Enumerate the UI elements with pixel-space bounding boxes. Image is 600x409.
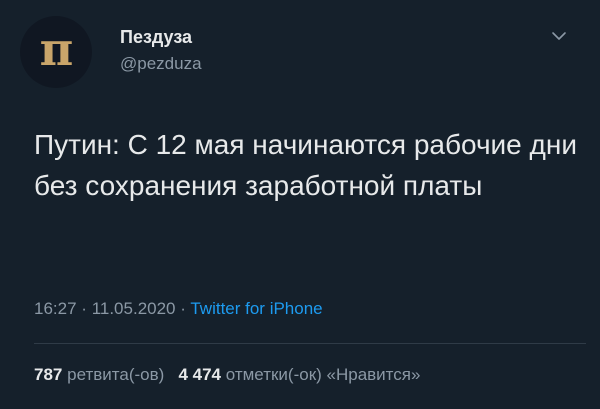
likes-stat[interactable]: 4 474 отметки(-ок) «Нравится»: [178, 365, 420, 384]
likes-count: 4 474: [178, 365, 222, 384]
author-name[interactable]: Пездуза: [120, 27, 192, 48]
likes-label: отметки(-ок) «Нравится»: [225, 365, 421, 384]
tweet-date[interactable]: 11.05.2020: [92, 299, 176, 318]
tweet-meta: 16:27 · 11.05.2020 · Twitter for iPhone: [34, 299, 323, 319]
avatar[interactable]: п: [20, 16, 92, 88]
retweets-label: ретвита(-ов): [67, 365, 165, 384]
avatar-logo: п: [39, 22, 74, 76]
retweets-stat[interactable]: 787 ретвита(-ов): [34, 365, 164, 384]
tweet-stats: 787 ретвита(-ов) 4 474 отметки(-ок) «Нра…: [34, 365, 420, 385]
retweets-count: 787: [34, 365, 63, 384]
tweet-time[interactable]: 16:27: [34, 299, 77, 318]
divider: [34, 343, 586, 344]
author-handle[interactable]: @pezduza: [120, 54, 202, 74]
meta-separator: ·: [81, 299, 87, 318]
tweet-source-link[interactable]: Twitter for iPhone: [190, 299, 322, 318]
chevron-down-icon[interactable]: [551, 30, 567, 42]
tweet-card: п Пездуза @pezduza Путин: С 12 мая начин…: [0, 0, 600, 409]
meta-separator: ·: [180, 299, 186, 318]
tweet-text: Путин: С 12 мая начинаются рабочие дни б…: [34, 129, 577, 201]
